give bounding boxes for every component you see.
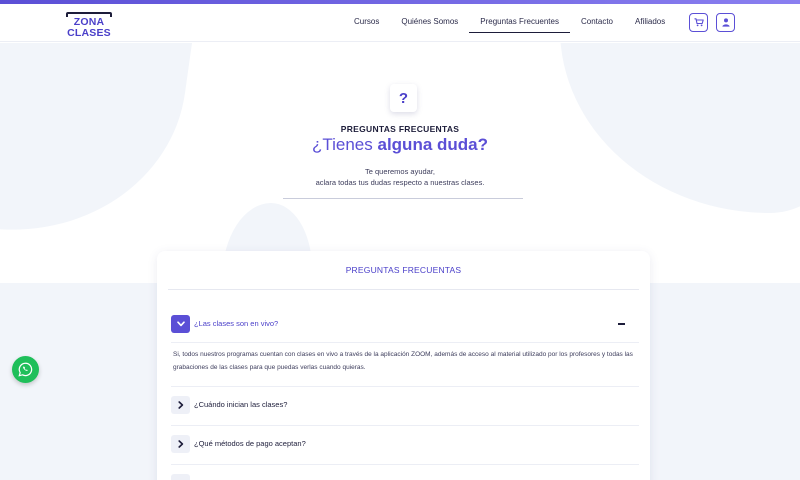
faq-item-next[interactable] [171, 470, 639, 480]
chevron-right-icon [177, 401, 183, 409]
faq-toggle-button[interactable] [171, 435, 190, 453]
hero-subtitle-line2: aclara todas tus dudas respecto a nuestr… [315, 178, 485, 187]
faq-card-title: PREGUNTAS FRECUENTAS [345, 265, 462, 275]
chevron-right-icon [177, 440, 183, 448]
nav-item-preguntas-frecuentes[interactable]: Preguntas Frecuentes [469, 4, 570, 42]
faq-separator [171, 342, 639, 343]
faq-toggle-button[interactable] [171, 396, 190, 414]
faq-item-payment-methods[interactable]: ¿Qué métodos de pago aceptan? [171, 431, 639, 457]
hero-title: ¿Tienes alguna duda? [0, 135, 800, 155]
hero-subtitle: Te queremos ayudar, aclara todas tus dud… [0, 166, 800, 188]
faq-answer: Si, todos nuestros programas cuentan con… [173, 351, 633, 371]
faq-toggle-button[interactable] [171, 315, 190, 333]
faq-question: ¿Qué métodos de pago aceptan? [194, 439, 306, 448]
faq-item-start-dates[interactable]: ¿Cuándo inician las clases? [171, 392, 639, 418]
faq-card-divider [168, 289, 639, 290]
chevron-down-icon [176, 321, 185, 327]
logo[interactable]: ZONA CLASES [55, 12, 123, 39]
minus-icon[interactable] [618, 323, 625, 325]
nav-item-cursos[interactable]: Cursos [343, 4, 390, 42]
whatsapp-button[interactable] [12, 356, 39, 383]
nav-item-contacto[interactable]: Contacto [570, 4, 624, 42]
hero-eyebrow: PREGUNTAS FRECUENTAS [340, 124, 460, 134]
cart-icon [694, 18, 704, 27]
hero-subtitle-line1: Te queremos ayudar, [364, 167, 436, 176]
user-icon [721, 18, 730, 27]
hero-title-prefix: ¿Tienes [311, 135, 378, 154]
main-nav: Cursos Quiénes Somos Preguntas Frecuente… [343, 4, 676, 42]
faq-card: PREGUNTAS FRECUENTAS ¿Las clases son en … [157, 251, 650, 480]
hero-divider [283, 198, 523, 199]
hero-section [0, 43, 800, 283]
faq-separator [171, 386, 639, 387]
logo-text: ZONA CLASES [55, 17, 123, 39]
faq-separator [171, 464, 639, 465]
hero-title-bold: alguna duda? [377, 135, 489, 154]
nav-item-afiliados[interactable]: Afiliados [624, 4, 676, 42]
cart-button[interactable] [689, 13, 708, 32]
whatsapp-icon [18, 362, 33, 377]
site-header: ZONA CLASES Cursos Quiénes Somos Pregunt… [0, 4, 800, 42]
faq-toggle-button[interactable] [171, 474, 190, 480]
faq-question: ¿Cuándo inician las clases? [194, 400, 288, 409]
faq-question: ¿Las clases son en vivo? [194, 319, 279, 328]
faq-separator [171, 425, 639, 426]
question-badge: ? [390, 84, 417, 112]
faq-item-live-classes[interactable]: ¿Las clases son en vivo? [171, 311, 639, 337]
nav-item-quienes-somos[interactable]: Quiénes Somos [390, 4, 469, 42]
user-button[interactable] [716, 13, 735, 32]
